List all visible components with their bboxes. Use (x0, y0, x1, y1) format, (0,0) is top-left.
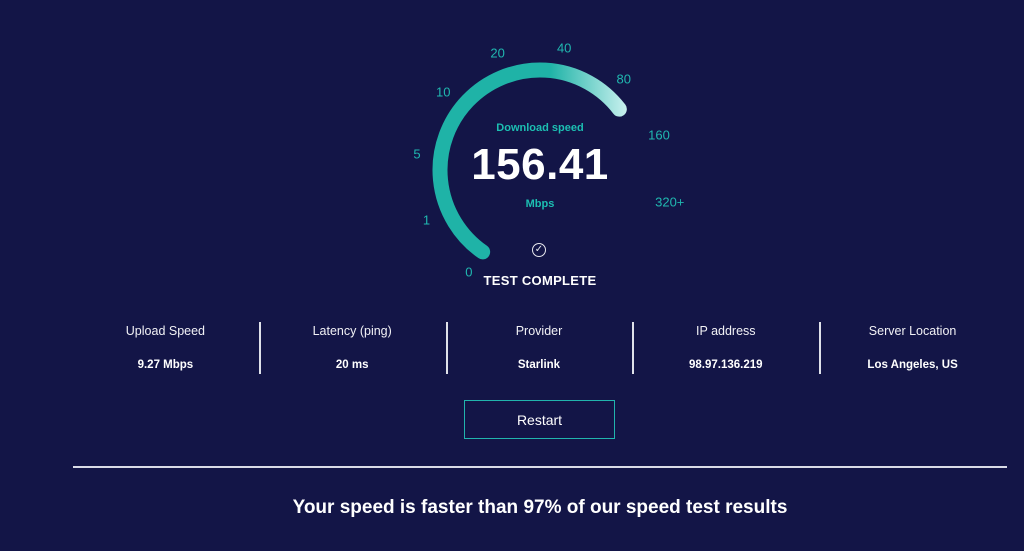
stat-label: IP address (696, 324, 756, 338)
stat-upload-speed: Upload Speed 9.27 Mbps (72, 318, 259, 376)
gauge-tick-label: 10 (436, 84, 451, 100)
stat-provider: Provider Starlink (445, 318, 633, 376)
stat-value: 98.97.136.219 (689, 359, 763, 371)
stat-label: Upload Speed (125, 324, 206, 338)
gauge-tick-label: 20 (490, 45, 505, 61)
stat-value: Los Angeles, US (867, 359, 958, 371)
test-status: TEST COMPLETE (483, 273, 597, 288)
stat-label: Server Location (868, 324, 957, 338)
gauge-tick-label: 80 (616, 71, 631, 87)
stat-ip-address: IP address 98.97.136.219 (632, 318, 819, 376)
stat-value: 20 ms (335, 359, 369, 371)
gauge-tick-label: 1 (422, 212, 431, 228)
download-speed-value: 156.41 (471, 140, 609, 189)
gauge-title: Download speed (496, 122, 584, 134)
result-stats: Upload Speed 9.27 Mbps Latency (ping) 20… (72, 318, 1006, 376)
stat-label: Provider (515, 324, 563, 338)
stat-latency: Latency (ping) 20 ms (258, 318, 446, 376)
restart-button[interactable]: Restart (464, 400, 615, 439)
speed-gauge: 0 1 5 10 20 40 80 160 320+ Download speed 156.41… (0, 0, 1024, 300)
stat-server-location: Server Location Los Angeles, US (819, 318, 1006, 376)
download-speed-unit: Mbps (525, 198, 555, 210)
section-divider (73, 466, 1007, 468)
gauge-tick-label: 40 (556, 40, 572, 56)
gauge-tick-label: 320+ (655, 194, 685, 210)
stat-label: Latency (ping) (312, 324, 392, 338)
speed-comparison-headline: Your speed is faster than 97% of our spe… (292, 497, 788, 518)
stat-value: Starlink (517, 359, 561, 371)
stat-value: 9.27 Mbps (137, 359, 194, 371)
check-circle-icon: ✓ (532, 243, 546, 257)
